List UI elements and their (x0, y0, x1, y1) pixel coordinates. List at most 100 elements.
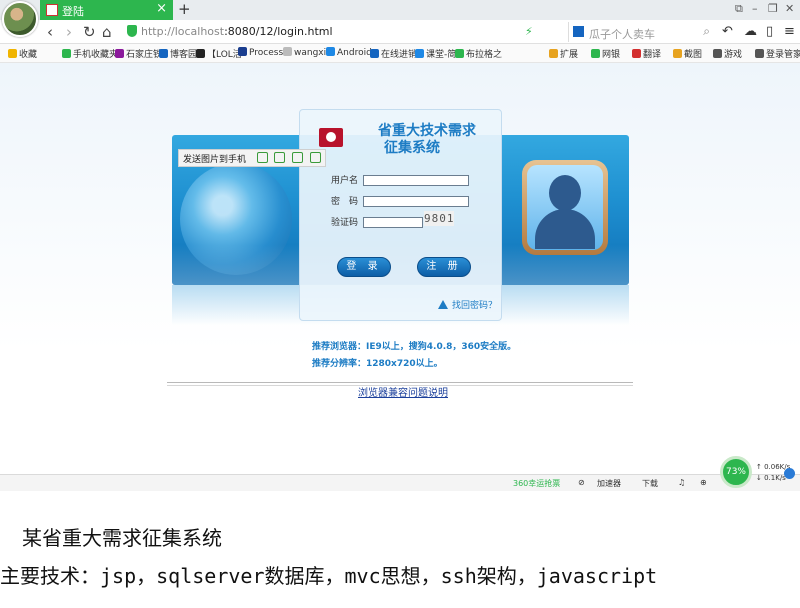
bookmark-item[interactable]: 收藏 (8, 47, 37, 60)
translate-button[interactable]: 翻译 (632, 47, 661, 60)
bookmark-label: 博客园 (170, 50, 198, 60)
window-maximize-button[interactable]: ❐ (768, 2, 778, 15)
site-icon (238, 47, 247, 56)
site-icon (115, 49, 124, 58)
login-manager-button[interactable]: 登录管家 (755, 47, 800, 60)
puzzle-icon (549, 49, 558, 58)
image-float-toolbar: 发送图片到手机 (178, 149, 326, 167)
bookmark-label: 课堂-简 (426, 50, 457, 60)
bookmark-label: 登录管家 (766, 50, 800, 60)
new-tab-button[interactable]: + (178, 0, 191, 18)
forward-button[interactable]: › (66, 23, 72, 41)
site-icon (415, 49, 424, 58)
expand-icon[interactable] (257, 152, 268, 163)
window-minimize-button[interactable]: – (752, 2, 758, 15)
bookmark-item[interactable]: 在线进销 (370, 47, 417, 60)
login-panel: 省重大技术需求 征集系统 用户名 密 码 验证码 9801 登 录 注 册 找回… (299, 109, 502, 321)
system-logo (319, 128, 343, 147)
download-speed-value: 0.1K/s (764, 474, 786, 482)
system-title-line2: 征集系统 (384, 140, 440, 156)
user-silhouette-icon (522, 160, 608, 255)
phone-icon[interactable]: ▯ (766, 24, 773, 39)
screenshot-button[interactable]: 截图 (673, 47, 702, 60)
window-restore-icon[interactable]: ⧉ (735, 2, 743, 16)
bookmark-label: 网银 (602, 50, 621, 60)
forgot-password-link[interactable]: 找回密码？ (438, 298, 497, 311)
search-box[interactable]: 瓜子个人卖车 ⌕ (568, 22, 714, 42)
status-icon[interactable]: ⊘ (578, 478, 585, 487)
bookmark-item[interactable]: 博客园 (159, 47, 197, 60)
bookmark-label: Android (337, 48, 372, 58)
bookmark-item[interactable]: 布拉格之 (455, 47, 502, 60)
search-engine-icon (573, 26, 584, 37)
shield-icon (591, 49, 600, 58)
captcha-input[interactable] (363, 217, 423, 228)
zoom-icon[interactable]: ⊕ (700, 478, 707, 487)
sound-icon[interactable]: ♫ (678, 478, 685, 487)
back-button[interactable]: ‹ (47, 23, 53, 41)
tab-title: 登陆 (62, 5, 84, 18)
window-close-button[interactable]: ✕ (785, 2, 794, 15)
send-label: 发送图片到手机 (183, 155, 247, 165)
user-avatar[interactable] (2, 1, 38, 37)
settings-icon[interactable] (310, 152, 321, 163)
username-input[interactable] (363, 175, 469, 186)
phone-icon (62, 49, 71, 58)
bookmark-label: 游戏 (724, 50, 743, 60)
tab-login[interactable]: 登陆 × (40, 0, 173, 20)
bookmark-item[interactable]: wangxia (283, 47, 332, 58)
bookmark-label: 扩展 (560, 50, 579, 60)
login-button[interactable]: 登 录 (337, 257, 391, 277)
accelerator-button[interactable]: 加速器 (597, 478, 621, 489)
register-button[interactable]: 注 册 (417, 257, 471, 277)
star-icon (8, 49, 17, 58)
browser-compat-link[interactable]: 浏览器兼容问题说明 (358, 384, 448, 399)
undo-icon[interactable]: ↶ (722, 24, 733, 39)
login-page: 省重大技术需求 征集系统 用户名 密 码 验证码 9801 登 录 注 册 找回… (0, 63, 800, 474)
download-button[interactable]: 下载 (642, 478, 658, 489)
captcha-image[interactable]: 9801 (424, 211, 454, 226)
cloud-icon[interactable]: ☁ (744, 24, 757, 39)
search-icon[interactable]: ⌕ (703, 24, 710, 39)
page-icon (283, 47, 292, 56)
scissors-icon (673, 49, 682, 58)
security-shield-icon (127, 25, 137, 37)
save-icon[interactable] (274, 152, 285, 163)
bookmark-item[interactable]: 手机收藏夹 (62, 47, 118, 60)
url-host: http://localhost (141, 25, 225, 38)
share-icon[interactable] (292, 152, 303, 163)
bookmark-item[interactable]: 【LOL活 (196, 47, 242, 60)
bookmark-item[interactable]: Android (326, 47, 372, 58)
bookmark-item[interactable]: 石家庄铁 (115, 47, 162, 60)
tab-bar: 登陆 × + ⧉ – ❐ ✕ (0, 0, 800, 20)
extensions-button[interactable]: 扩展 (549, 47, 578, 60)
bookmark-item[interactable]: Process (238, 47, 283, 58)
recommended-resolution-text: 推荐分辨率：1280x720以上。 (312, 359, 443, 369)
games-button[interactable]: 游戏 (713, 47, 742, 60)
password-input[interactable] (363, 196, 469, 207)
forgot-password-label: 找回密码？ (452, 301, 498, 311)
reload-button[interactable]: ↻ (83, 23, 96, 41)
download-speed: ↓ 0.1K/s (756, 474, 786, 482)
lightning-icon[interactable]: ⚡ (525, 25, 533, 38)
warning-icon (438, 300, 448, 309)
user-head-shape (549, 175, 581, 211)
network-speed-widget[interactable]: 73% ↑ 0.06K/s ↓ 0.1K/s (720, 456, 800, 490)
user-silhouette-frame (527, 165, 603, 250)
bookmark-item[interactable]: 课堂-简 (415, 47, 456, 60)
send-image-to-phone-button[interactable]: 发送图片到手机 (183, 152, 246, 165)
site-icon (370, 49, 379, 58)
menu-icon[interactable]: ≡ (784, 24, 795, 39)
address-url: http://localhost:8080/12/login.html (141, 25, 333, 38)
site-icon (159, 49, 168, 58)
username-label: 用户名 (331, 176, 359, 186)
url-path: :8080/12/login.html (224, 25, 333, 38)
netbank-button[interactable]: 网银 (591, 47, 620, 60)
home-button[interactable]: ⌂ (102, 23, 112, 41)
password-label: 密 码 (331, 197, 359, 207)
tab-close-icon[interactable]: × (156, 1, 167, 16)
bookmark-label: 手机收藏夹 (73, 50, 119, 60)
address-bar[interactable]: http://localhost:8080/12/login.html (122, 22, 514, 42)
page-favicon-icon (46, 4, 58, 16)
lucky-ticket-button[interactable]: 360幸运抢票 (513, 478, 560, 489)
